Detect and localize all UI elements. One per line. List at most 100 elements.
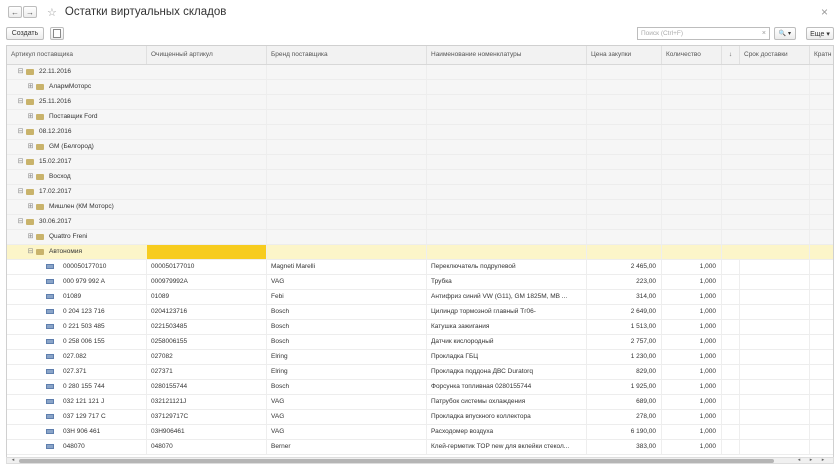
group-row[interactable]: ⊟ 25.11.2016 (7, 95, 833, 110)
group-cell[interactable] (267, 110, 427, 124)
group-cell[interactable] (267, 95, 427, 109)
cell-empty[interactable] (810, 350, 833, 364)
group-cell[interactable] (147, 65, 267, 79)
cell-price[interactable]: 2 757,00 (587, 335, 662, 349)
cell-empty[interactable] (740, 365, 810, 379)
cell-article[interactable]: 0 221 503 485 (59, 320, 147, 334)
table-row[interactable]: 01089 01089 Febi Антифриз синий VW (G11), G… (7, 290, 833, 305)
collapse-icon[interactable]: ⊟ (17, 188, 24, 195)
cell-price[interactable]: 689,00 (587, 395, 662, 409)
collapse-icon[interactable]: ⊟ (17, 218, 24, 225)
clear-search-icon[interactable]: × (762, 30, 766, 37)
group-cell[interactable] (267, 80, 427, 94)
cell-brand[interactable]: Elring (267, 350, 427, 364)
column-header-7[interactable]: Срок доставки (740, 46, 810, 64)
group-cell[interactable] (810, 95, 833, 109)
group-cell[interactable] (427, 200, 587, 214)
cell-empty[interactable] (722, 380, 740, 394)
cell-empty[interactable] (810, 260, 833, 274)
cell-brand[interactable]: VAG (267, 425, 427, 439)
cell-qty[interactable]: 1,000 (662, 290, 722, 304)
group-row[interactable]: ⊞ Мишлен (КМ Моторс) (7, 200, 833, 215)
cell-empty[interactable] (740, 410, 810, 424)
cell-article[interactable]: 0 258 006 155 (59, 335, 147, 349)
cell-empty[interactable] (722, 290, 740, 304)
cell-brand[interactable]: Magneti Marelli (267, 260, 427, 274)
group-cell[interactable] (147, 185, 267, 199)
group-cell[interactable] (267, 125, 427, 139)
group-cell[interactable] (267, 215, 427, 229)
group-cell[interactable] (740, 65, 810, 79)
cell-clean[interactable]: 048070 (147, 440, 267, 454)
group-cell[interactable] (810, 125, 833, 139)
cell-empty[interactable] (740, 350, 810, 364)
group-row[interactable]: ⊟ 22.11.2016 (7, 65, 833, 80)
group-cell[interactable] (147, 155, 267, 169)
column-header-2[interactable]: Бренд поставщика (267, 46, 427, 64)
collapse-icon[interactable]: ⊟ (17, 158, 24, 165)
group-cell[interactable] (662, 185, 722, 199)
more-button[interactable]: Еще ▾ (806, 27, 834, 40)
group-cell[interactable] (662, 200, 722, 214)
group-cell[interactable] (810, 230, 833, 244)
cell-qty[interactable]: 1,000 (662, 335, 722, 349)
group-cell[interactable] (740, 140, 810, 154)
group-cell[interactable] (810, 185, 833, 199)
table-row[interactable]: 037 129 717 C 037129717C VAG Прокладка впус… (7, 410, 833, 425)
cell-name[interactable]: Прокладка ГБЦ (427, 350, 587, 364)
cell-empty[interactable] (740, 305, 810, 319)
group-row[interactable]: ⊟ 15.02.2017 (7, 155, 833, 170)
table-row[interactable]: 048070 048070 Berner Клей-герметик TOP new … (7, 440, 833, 455)
table-row[interactable]: 027.371 027371 Elring Прокладка поддона ДВС… (7, 365, 833, 380)
expand-icon[interactable]: ⊞ (27, 113, 34, 120)
table-row[interactable]: 0 280 155 744 0280155744 Bosch Форсунка топ… (7, 380, 833, 395)
cell-empty[interactable] (722, 305, 740, 319)
cell-name[interactable]: Переключатель подрулевой (427, 260, 587, 274)
cell-price[interactable]: 2 649,00 (587, 305, 662, 319)
group-cell[interactable] (740, 80, 810, 94)
favorite-star-icon[interactable]: ☆ (47, 6, 57, 19)
group-cell[interactable] (587, 155, 662, 169)
cell-price[interactable]: 829,00 (587, 365, 662, 379)
cell-article[interactable]: 048070 (59, 440, 147, 454)
table-row[interactable]: 0 204 123 716 0204123716 Bosch Цилиндр торм… (7, 305, 833, 320)
group-cell[interactable] (740, 185, 810, 199)
group-cell[interactable] (427, 215, 587, 229)
cell-clean[interactable]: 000050177010 (147, 260, 267, 274)
cell-qty[interactable]: 1,000 (662, 365, 722, 379)
group-cell[interactable] (662, 80, 722, 94)
scroll-right-icon-2[interactable]: ▸ (819, 458, 827, 463)
group-cell[interactable] (740, 110, 810, 124)
group-row[interactable]: ⊞ Quattro Freni (7, 230, 833, 245)
table-row[interactable]: 0 221 503 485 0221503485 Bosch Катушка зажи… (7, 320, 833, 335)
cell-brand[interactable]: Bosch (267, 335, 427, 349)
group-cell[interactable] (740, 230, 810, 244)
cell-empty[interactable] (722, 260, 740, 274)
cell-clean[interactable]: 0258006155 (147, 335, 267, 349)
group-cell[interactable] (662, 170, 722, 184)
collapse-icon[interactable]: ⊟ (17, 128, 24, 135)
cell-brand[interactable]: VAG (267, 275, 427, 289)
cell-clean[interactable]: 000979992A (147, 275, 267, 289)
cell-name[interactable]: Антифриз синий VW (G11), GM 1825M, MB ..… (427, 290, 587, 304)
group-cell[interactable] (740, 215, 810, 229)
group-cell[interactable] (587, 125, 662, 139)
group-row[interactable]: ⊞ Поставщик Ford (7, 110, 833, 125)
group-cell[interactable] (662, 65, 722, 79)
column-header-6[interactable]: ↓ (722, 46, 740, 64)
group-cell[interactable] (147, 200, 267, 214)
group-cell[interactable] (427, 155, 587, 169)
cell-qty[interactable]: 1,000 (662, 260, 722, 274)
group-cell[interactable] (147, 140, 267, 154)
expand-icon[interactable]: ⊞ (27, 83, 34, 90)
cell-empty[interactable] (722, 320, 740, 334)
cell-empty[interactable] (810, 290, 833, 304)
cell-clean[interactable]: 032121121J (147, 395, 267, 409)
cell-clean[interactable]: 0221503485 (147, 320, 267, 334)
group-cell[interactable] (147, 125, 267, 139)
cell-empty[interactable] (722, 335, 740, 349)
cell-brand[interactable]: Elring (267, 365, 427, 379)
expand-icon[interactable]: ⊞ (27, 203, 34, 210)
cell-empty[interactable] (740, 260, 810, 274)
cell-brand[interactable]: VAG (267, 410, 427, 424)
